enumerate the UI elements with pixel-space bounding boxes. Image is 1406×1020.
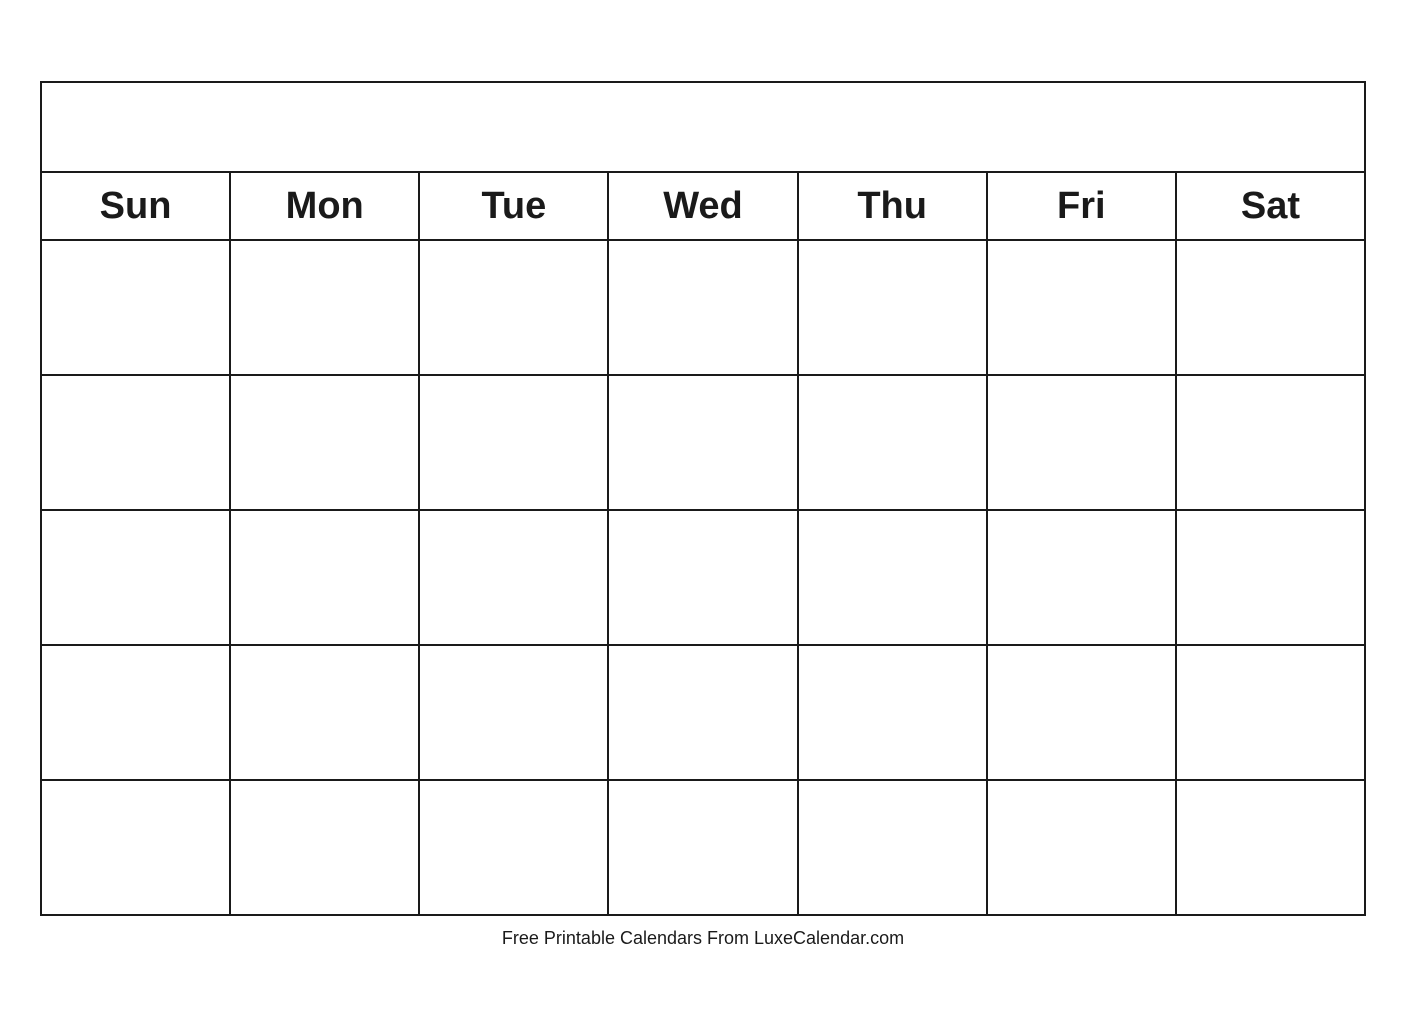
day-cell[interactable] [987,645,1176,780]
header-mon: Mon [230,172,419,240]
day-cell[interactable] [798,240,987,375]
day-cell[interactable] [1176,780,1365,915]
day-cell[interactable] [230,510,419,645]
day-cell[interactable] [987,780,1176,915]
footer-text: Free Printable Calendars From LuxeCalend… [502,928,904,949]
header-thu: Thu [798,172,987,240]
header-row: Sun Mon Tue Wed Thu Fri Sat [41,172,1365,240]
day-cell[interactable] [987,240,1176,375]
week-row-1 [41,240,1365,375]
day-cell[interactable] [798,510,987,645]
day-cell[interactable] [608,645,797,780]
day-cell[interactable] [798,780,987,915]
day-cell[interactable] [41,645,230,780]
header-tue: Tue [419,172,608,240]
day-cell[interactable] [41,780,230,915]
day-cell[interactable] [230,780,419,915]
day-cell[interactable] [230,375,419,510]
day-cell[interactable] [798,375,987,510]
day-cell[interactable] [419,645,608,780]
day-cell[interactable] [41,240,230,375]
week-row-3 [41,510,1365,645]
week-row-4 [41,645,1365,780]
week-row-5 [41,780,1365,915]
header-sat: Sat [1176,172,1365,240]
calendar-table: Sun Mon Tue Wed Thu Fri Sat [40,81,1366,916]
header-fri: Fri [987,172,1176,240]
header-wed: Wed [608,172,797,240]
day-cell[interactable] [41,375,230,510]
day-cell[interactable] [987,375,1176,510]
day-cell[interactable] [608,240,797,375]
day-cell[interactable] [1176,510,1365,645]
day-cell[interactable] [987,510,1176,645]
day-cell[interactable] [41,510,230,645]
day-cell[interactable] [419,240,608,375]
day-cell[interactable] [419,780,608,915]
day-cell[interactable] [419,510,608,645]
day-cell[interactable] [419,375,608,510]
day-cell[interactable] [1176,375,1365,510]
day-cell[interactable] [230,645,419,780]
day-cell[interactable] [608,510,797,645]
title-row [41,82,1365,172]
day-cell[interactable] [1176,645,1365,780]
header-sun: Sun [41,172,230,240]
day-cell[interactable] [1176,240,1365,375]
day-cell[interactable] [798,645,987,780]
calendar-wrapper: Sun Mon Tue Wed Thu Fri Sat [0,61,1406,959]
title-cell [41,82,1365,172]
day-cell[interactable] [608,780,797,915]
day-cell[interactable] [230,240,419,375]
week-row-2 [41,375,1365,510]
day-cell[interactable] [608,375,797,510]
